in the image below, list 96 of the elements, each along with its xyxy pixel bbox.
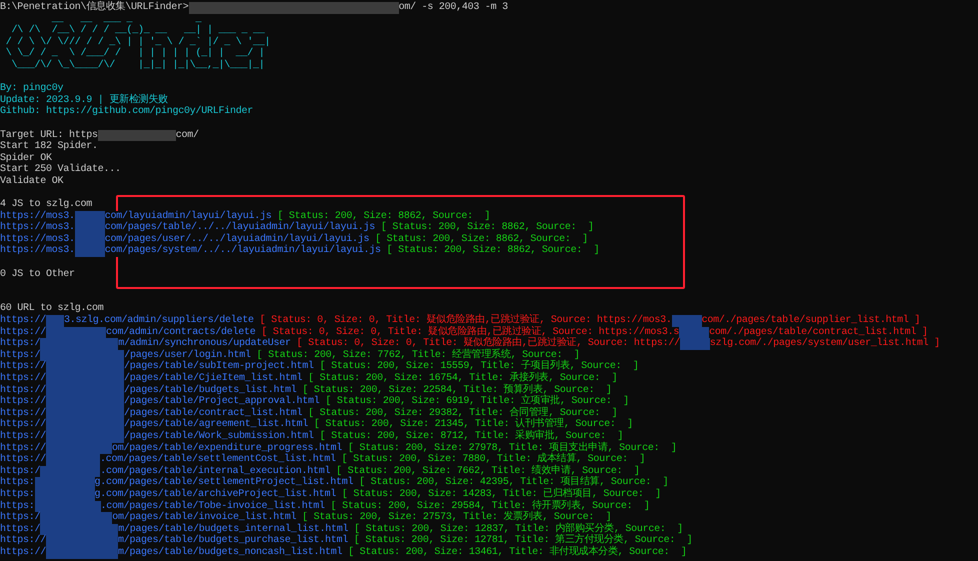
result-detail: [ Status: 200, Size: 29382, Title: 合同管理, Source: ] [308,408,618,419]
url-text: https://mos3. [0,222,75,234]
section-heading: 60 URL to szlg.com [0,303,104,314]
info-line: By: pingc0y [0,83,64,94]
url-text: https:/ [0,338,40,350]
section-heading: 0 JS to Other [0,268,75,280]
url-text: g.com/pages/table/settlementProject_list.html [94,477,354,489]
url-text: com/pages/user/../../layuiadmin/layui/layui.js [104,234,370,246]
url-text: /pages/table/budgets_list.html [124,384,297,396]
result-detail: [ Status: 200, Size: 27978, Title: 项目支出申请, Source: ] [348,442,677,454]
redaction-mask [74,245,105,258]
result-detail: [ Status: 200, Size: 7880, Title: 成本结算, Source: ] [342,454,646,466]
url-text: https:// [0,442,46,454]
url-text: https:/ [0,512,40,524]
url-text: https:// [0,384,46,396]
url-text: /pages/table/agreement_list.html [124,419,308,431]
url-text: .com/pages/table/Tobe-invoice_list.html [100,500,325,512]
ascii-logo-text: __ __ ___ _ _ /\ /\ /__\ / / / __(_)_ __ __| | ___ _ __ / / \ \/ \/// / / _\ | | '_ \ / _` |/ _ \ '__| \ \_/ / _ \ /___/ / | | | | | (_| | __/ | \___/\/ \_\____/\/ |_|_| |_|\__,_|\___|_| [4,14,270,72]
url-text: /pages/table/subItem-project.html [124,361,314,373]
url-text: https:// [0,361,46,373]
url-text: https:/ [0,350,40,362]
result-detail: [ Status: 200, Size: 15559, Title: 子项目列表, Source: ] [320,361,639,372]
url-text: https://mos3. [0,210,75,222]
result-detail: [ Status: 200, Size: 7662, Title: 绩效申请, Source: ] [336,466,640,477]
info-line: Github: https://github.com/pingc0y/URLFinder [0,106,254,118]
url-text: /pages/table/CjieItem_list.html [124,373,302,385]
url-text: https:// [0,535,46,547]
url-text: g.com/pages/table/archiveProject_list.html [94,488,336,501]
result-detail: [ Status: 0, Size: 0, Title: 疑似危险路由,已跳过验证, Source: https://mos3.s [261,326,680,338]
result-detail: [ Status: 200, Size: 7762, Title: 经营管理系统, Source: ] [256,350,580,361]
url-text: m/pages/table/budgets_internal_list.html [118,524,348,536]
redaction-mask [74,210,105,222]
result-detail: [ Status: 200, Size: 22584, Title: 预算列表, Source: ] [302,384,612,396]
url-text: m/pages/table/budgets_noncash_list.html [118,546,342,558]
url-text: /pages/table/Work_submission.html [124,430,314,443]
url-text: https:// [0,315,46,327]
url-text: https:// [0,373,46,385]
redaction-mask [680,338,710,350]
url-text: 3.szlg.com/admin/suppliers/delete [64,315,254,327]
result-detail: [ Status: 0, Size: 0, Title: 疑似危险路由,已跳过验证, Source: https:// [296,338,680,350]
target-url-label: Target URL: https [0,130,98,141]
url-text: https:// [0,419,46,431]
result-detail: [ Status: 200, Size: 8862, Source: ] [380,222,594,234]
result-detail: [ Status: 200, Size: 13461, Title: 非付现成本分类, Source: ] [348,546,687,558]
status-line: Start 250 Validate... [0,164,121,176]
status-line: Spider OK [0,152,52,164]
url-text: /pages/table/Project_approval.html [124,396,320,408]
status-line: Validate OK [0,176,64,188]
result-detail: com/./pages/table/contract_list.html ] [709,326,928,338]
result-detail: [ Status: 200, Size: 8712, Title: 采购审批, Source: ] [320,430,624,442]
result-detail: [ Status: 200, Size: 12837, Title: 内部购买分类, Source: ] [354,524,683,535]
url-text: https: [0,488,35,501]
url-text: https:// [0,396,46,408]
result-detail: com/./pages/table/supplier_list.html ] [702,315,920,326]
url-text: com/layuiadmin/layui/layui.js [104,210,272,222]
result-detail: [ Status: 200, Size: 16754, Title: 承接列表, Source: ] [308,373,618,384]
result-detail: [ Status: 200, Size: 27573, Title: 发票列表, Source: ] [302,512,612,524]
url-text: https:// [0,546,46,558]
section-heading: 4 JS to szlg.com [0,199,92,210]
result-detail: [ Status: 200, Size: 21345, Title: 认刊书管理, Source: ] [314,419,633,430]
result-detail: [ Status: 0, Size: 0, Title: 疑似危险路由,已跳过验证, Source: https://mos3. [260,315,672,326]
command-prompt: B:\Penetration\信息收集\URLFinder> [0,2,189,14]
url-text: com/pages/table/../../layuiadmin/layui/layui.js [104,222,376,234]
command-arguments: om/ -s 200,403 -m 3 [398,2,508,14]
url-text: https:// [0,326,46,338]
result-detail: [ Status: 200, Size: 29584, Title: 待开票列表, Source: ] [330,500,650,512]
url-text: /pages/user/login.html [124,350,251,362]
url-text: om/pages/table/expenditure_progress.html [112,442,342,454]
result-detail: [ Status: 200, Size: 8862, Source: ] [386,245,600,258]
url-text: .com/pages/table/internal_execution.html [100,466,330,478]
result-detail: [ Status: 200, Size: 12781, Title: 第三方付现分类, Source: ] [354,535,692,546]
result-detail: [ Status: 200, Size: 42395, Title: 项目结算, Source: ] [359,477,668,488]
url-text: https:// [0,454,46,466]
url-text: com/pages/system/../../layuiadmin/layui/layui.js [104,245,381,258]
url-text: https:// [0,430,46,443]
url-text: https: [0,500,35,512]
url-text: m/admin/synchronous/updateUser [118,338,291,350]
redaction-mask [672,315,702,327]
url-text: om/pages/table/invoice_list.html [112,512,296,524]
url-text: https://mos3. [0,245,75,258]
result-detail: [ Status: 200, Size: 8862, Source: ] [277,210,490,222]
url-text: m/pages/table/budgets_purchase_list.html [118,535,348,547]
url-text: .com/pages/table/settlementCost_list.html [100,454,336,466]
info-line: Update: 2023.9.9 | 更新检测失败 [0,94,168,106]
url-text: /pages/table/contract_list.html [124,408,302,420]
url-text: https:/ [0,466,40,478]
url-text: https: [0,477,35,489]
result-detail: [ Status: 200, Size: 6919, Title: 立项审批, Source: ] [325,396,629,408]
result-detail: szlg.com/./pages/system/user_list.html ] [710,338,940,350]
status-line: Start 182 Spider. [0,141,98,152]
result-detail: [ Status: 200, Size: 14283, Title: 已归档项目, Source: ] [342,488,661,500]
url-text: https://mos3. [0,234,75,246]
result-detail: [ Status: 200, Size: 8862, Source: ] [375,234,588,245]
url-text: https:// [0,408,46,420]
target-url-text: com/ [176,130,199,142]
url-text: https:/ [0,524,40,536]
